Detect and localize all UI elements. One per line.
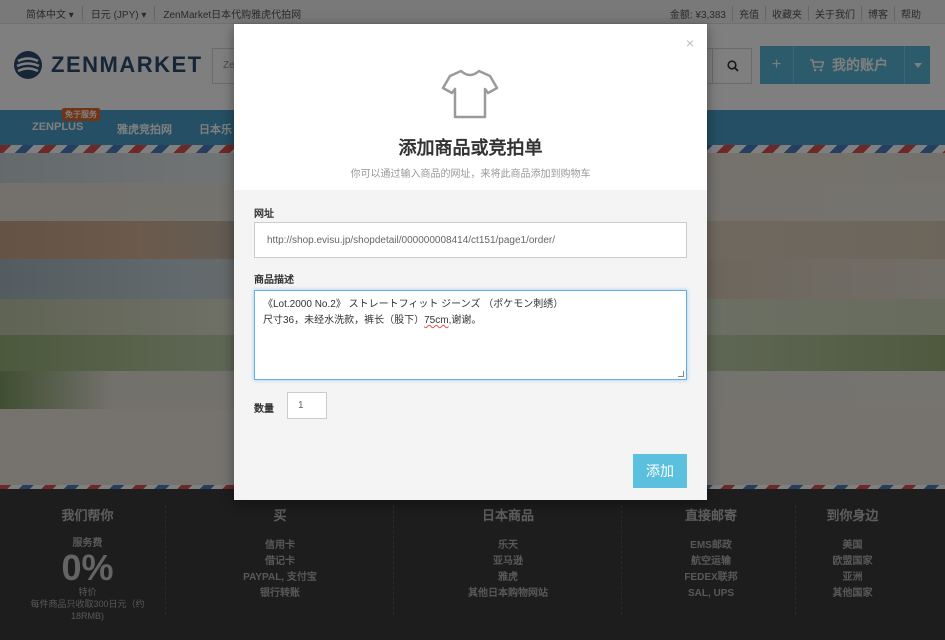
- quantity-input[interactable]: 1: [287, 392, 327, 419]
- add-button[interactable]: 添加: [633, 454, 687, 488]
- url-label: 网址: [254, 209, 274, 220]
- quantity-value: 1: [298, 400, 304, 411]
- modal-header: 添加商品或竞拍单 你可以通过输入商品的网址，来将此商品添加到购物车: [234, 24, 707, 190]
- description-textarea[interactable]: 《Lot.2000 No.2》 ストレートフィット ジーンズ （ポケモン刺绣） …: [254, 290, 687, 380]
- url-input-value: http://shop.evisu.jp/shopdetail/00000000…: [267, 234, 555, 246]
- quantity-label: 数量: [254, 404, 274, 415]
- description-text: 尺寸36，未经水洗款，裤长（股下）: [263, 315, 425, 326]
- description-text: ,谢谢。: [448, 315, 482, 326]
- description-line-1: 《Lot.2000 No.2》 ストレートフィット ジーンズ （ポケモン刺绣）: [263, 299, 564, 310]
- modal-subtitle: 你可以通过输入商品的网址，来将此商品添加到购物车: [350, 169, 591, 180]
- add-item-modal: 添加商品或竞拍单 你可以通过输入商品的网址，来将此商品添加到购物车 × 网址 h…: [234, 24, 707, 500]
- modal-body: 网址 http://shop.evisu.jp/shopdetail/00000…: [234, 190, 707, 500]
- modal-title: 添加商品或竞拍单: [398, 138, 543, 158]
- tshirt-icon: [441, 69, 499, 119]
- close-icon[interactable]: ×: [686, 35, 694, 51]
- description-label: 商品描述: [254, 275, 294, 286]
- spellcheck-word: 75cm: [424, 315, 449, 326]
- url-input[interactable]: http://shop.evisu.jp/shopdetail/00000000…: [254, 222, 687, 258]
- description-line-2: 尺寸36，未经水洗款，裤长（股下）75cm,谢谢。: [263, 313, 678, 329]
- resize-handle[interactable]: [678, 371, 684, 377]
